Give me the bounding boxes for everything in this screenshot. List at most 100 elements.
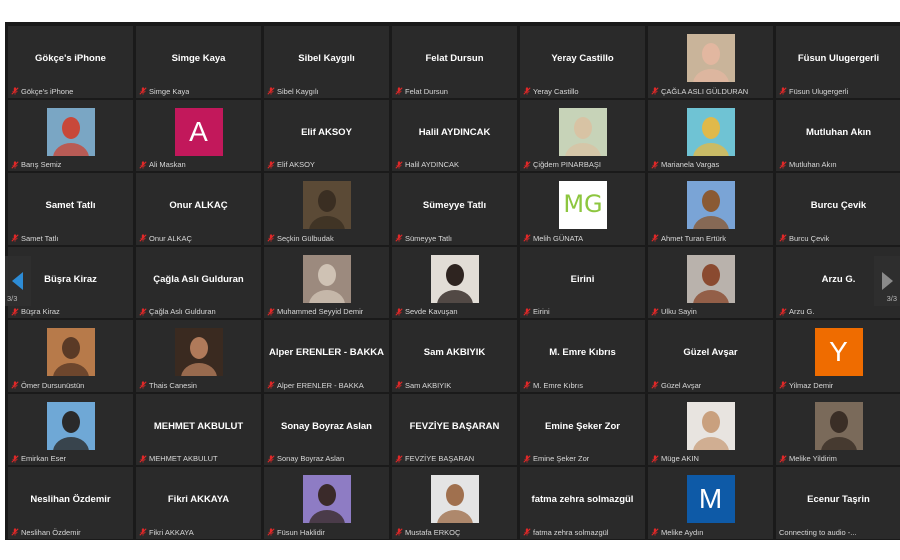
- participant-tile[interactable]: Felat Dursun Felat Dursun: [391, 25, 518, 99]
- participant-tile[interactable]: Marianela Vargas: [647, 98, 774, 172]
- arrow-left-icon: [12, 272, 23, 290]
- participant-name-label: Halil AYDINCAK: [405, 160, 460, 169]
- participant-tile[interactable]: Yeray Castillo Yeray Castillo: [519, 25, 646, 99]
- avatar: Y: [814, 328, 863, 376]
- muted-mic-icon: [139, 381, 147, 389]
- participant-display-name: Emine Şeker Zor: [545, 420, 620, 432]
- participant-tile[interactable]: M Melike Aydın: [647, 466, 774, 540]
- participant-tile[interactable]: Fikri AKKAYA Fikri AKKAYA: [135, 466, 262, 540]
- participant-tile[interactable]: Sam AKBIYIK Sam AKBIYIK: [391, 319, 518, 393]
- participant-display-name: Onur ALKAÇ: [169, 200, 228, 211]
- participant-tile[interactable]: Ecenur Taşrin Connecting to audio -...: [775, 466, 900, 540]
- participant-tile[interactable]: ÇAĞLA ASLI GÜLDURAN: [647, 25, 774, 99]
- participant-display-name: MEHMET AKBULUT: [153, 420, 244, 432]
- participant-name-label: Müge AKIN: [661, 454, 699, 463]
- muted-mic-icon: [267, 160, 275, 169]
- participant-tile[interactable]: Sevde Kavuşan: [391, 245, 518, 319]
- participant-tile[interactable]: Muhammed Seyyid Demir: [263, 245, 390, 319]
- participant-tile[interactable]: Çiğdem PINARBAŞI: [519, 98, 646, 172]
- participant-tile[interactable]: Samet Tatlı Samet Tatlı: [7, 172, 134, 246]
- participant-tile[interactable]: fatma zehra solmazgül fatma zehra solmazg…: [519, 466, 646, 540]
- participant-tile[interactable]: Güzel Avşar Güzel Avşar: [647, 319, 774, 393]
- participant-tile[interactable]: Emine Şeker Zor Emine Şeker Zor: [519, 392, 646, 466]
- muted-mic-icon: [267, 234, 275, 242]
- name-label: Burcu Çevik: [779, 234, 899, 243]
- participant-tile[interactable]: Füsun Haklidir: [263, 466, 390, 540]
- participant-name-label: ÇAĞLA ASLI GÜLDURAN: [661, 86, 749, 96]
- participant-tile[interactable]: Gökçe's iPhone Gökçe's iPhone: [7, 25, 134, 99]
- participant-photo: [46, 401, 95, 450]
- participant-display-name: Ecenur Taşrin: [807, 494, 870, 505]
- name-label: Sümeyye Tatlı: [395, 234, 515, 243]
- muted-mic-icon: [651, 454, 659, 463]
- muted-mic-icon: [779, 307, 787, 316]
- participant-tile[interactable]: FEVZİYE BAŞARAN FEVZİYE BAŞARAN: [391, 392, 518, 466]
- participant-tile[interactable]: MG Melih GÜNATA: [519, 172, 646, 246]
- page-indicator-right: 3/3: [886, 294, 897, 303]
- participant-photo: [430, 475, 479, 523]
- muted-mic-icon: [267, 307, 275, 316]
- muted-mic-icon: [267, 454, 275, 463]
- participant-tile[interactable]: Neslihan Özdemir Neslihan Özdemir: [7, 466, 134, 540]
- participant-tile[interactable]: Barış Semiz: [7, 98, 134, 172]
- name-label: Füsun Haklidir: [267, 528, 387, 537]
- participant-name-label: Marianela Vargas: [661, 160, 720, 169]
- participant-tile[interactable]: Ahmet Turan Ertürk: [647, 172, 774, 246]
- participant-tile[interactable]: Thais Canesin: [135, 319, 262, 393]
- name-label: Thais Canesin: [139, 381, 259, 390]
- participant-name-label: Melike Aydın: [661, 527, 704, 537]
- participant-tile[interactable]: Halil AYDINCAK Halil AYDINCAK: [391, 98, 518, 172]
- participant-photo: [686, 34, 735, 82]
- muted-mic-icon: [139, 528, 147, 536]
- participant-display-name: Füsun Ulugergerli: [797, 53, 880, 64]
- participant-tile[interactable]: Mutluhan Akın Mutluhan Akın: [775, 98, 900, 172]
- participant-tile[interactable]: Füsun Ulugergerli Füsun Ulugergerli: [775, 25, 900, 99]
- participant-display-name: Çağla Aslı Gulduran: [153, 273, 244, 285]
- participant-tile[interactable]: Sümeyye Tatlı Sümeyye Tatlı: [391, 172, 518, 246]
- participant-tile[interactable]: Emirkan Eser: [7, 392, 134, 466]
- participant-display-name: Burcu Çevik: [810, 200, 867, 211]
- muted-mic-icon: [395, 381, 403, 389]
- participant-tile[interactable]: Müge AKIN: [647, 392, 774, 466]
- name-label: Ahmet Turan Ertürk: [651, 234, 771, 243]
- participant-name-label: Ömer Dursunüstün: [21, 380, 85, 390]
- participant-tile[interactable]: Sonay Boyraz Aslan Sonay Boyraz Aslan: [263, 392, 390, 466]
- participant-tile[interactable]: Melike Yildirim: [775, 392, 900, 466]
- participant-video: [302, 254, 351, 303]
- participant-photo: [46, 107, 95, 156]
- participant-display-name: Felat Dursun: [425, 53, 484, 64]
- name-label: Halil AYDINCAK: [395, 160, 515, 169]
- participant-tile[interactable]: Seçkin Gülbudak: [263, 172, 390, 246]
- participant-name-label: Mutluhan Akın: [789, 160, 837, 169]
- name-label: Samet Tatlı: [11, 234, 131, 243]
- participant-photo: [686, 401, 735, 450]
- name-label: Arzu G.: [779, 307, 899, 316]
- participant-display-name: M. Emre Kıbrıs: [549, 347, 616, 358]
- participant-tile[interactable]: Burcu Çevik Burcu Çevik: [775, 172, 900, 246]
- participant-tile[interactable]: Eirini Eirini: [519, 245, 646, 319]
- participant-tile[interactable]: Simge Kaya Simge Kaya: [135, 25, 262, 99]
- muted-mic-icon: [139, 454, 147, 463]
- participant-tile[interactable]: Elif AKSOY Elif AKSOY: [263, 98, 390, 172]
- participant-video: [46, 328, 95, 376]
- participant-tile[interactable]: Sibel Kaygılı Sibel Kaygılı: [263, 25, 390, 99]
- participant-tile[interactable]: M. Emre Kıbrıs M. Emre Kıbrıs: [519, 319, 646, 393]
- participant-tile[interactable]: Onur ALKAÇ Onur ALKAÇ: [135, 172, 262, 246]
- participant-tile[interactable]: Çağla Aslı Gulduran Çağla Aslı Gulduran: [135, 245, 262, 319]
- participant-tile[interactable]: A Ali Maskan: [135, 98, 262, 172]
- participant-name-label: Onur ALKAÇ: [149, 233, 192, 243]
- participant-tile[interactable]: MEHMET AKBULUT MEHMET AKBULUT: [135, 392, 262, 466]
- muted-mic-icon: [651, 87, 659, 95]
- participant-tile[interactable]: Mustafa ERKOÇ: [391, 466, 518, 540]
- avatar: A: [174, 107, 223, 156]
- participant-tile[interactable]: Y Yilmaz Demir: [775, 319, 900, 393]
- participant-tile[interactable]: Ömer Dursunüstün: [7, 319, 134, 393]
- name-label: fatma zehra solmazgül: [523, 528, 643, 537]
- participant-display-name: Simge Kaya: [171, 53, 226, 64]
- participant-display-name: FEVZİYE BAŞARAN: [409, 420, 500, 432]
- participant-display-name: Mutluhan Akın: [805, 126, 872, 138]
- participant-name-label: Burcu Çevik: [789, 233, 830, 243]
- participant-video: [174, 328, 223, 376]
- participant-tile[interactable]: Ulku Sayin: [647, 245, 774, 319]
- participant-tile[interactable]: Alper ERENLER - BAKKA Alper ERENLER - BAK…: [263, 319, 390, 393]
